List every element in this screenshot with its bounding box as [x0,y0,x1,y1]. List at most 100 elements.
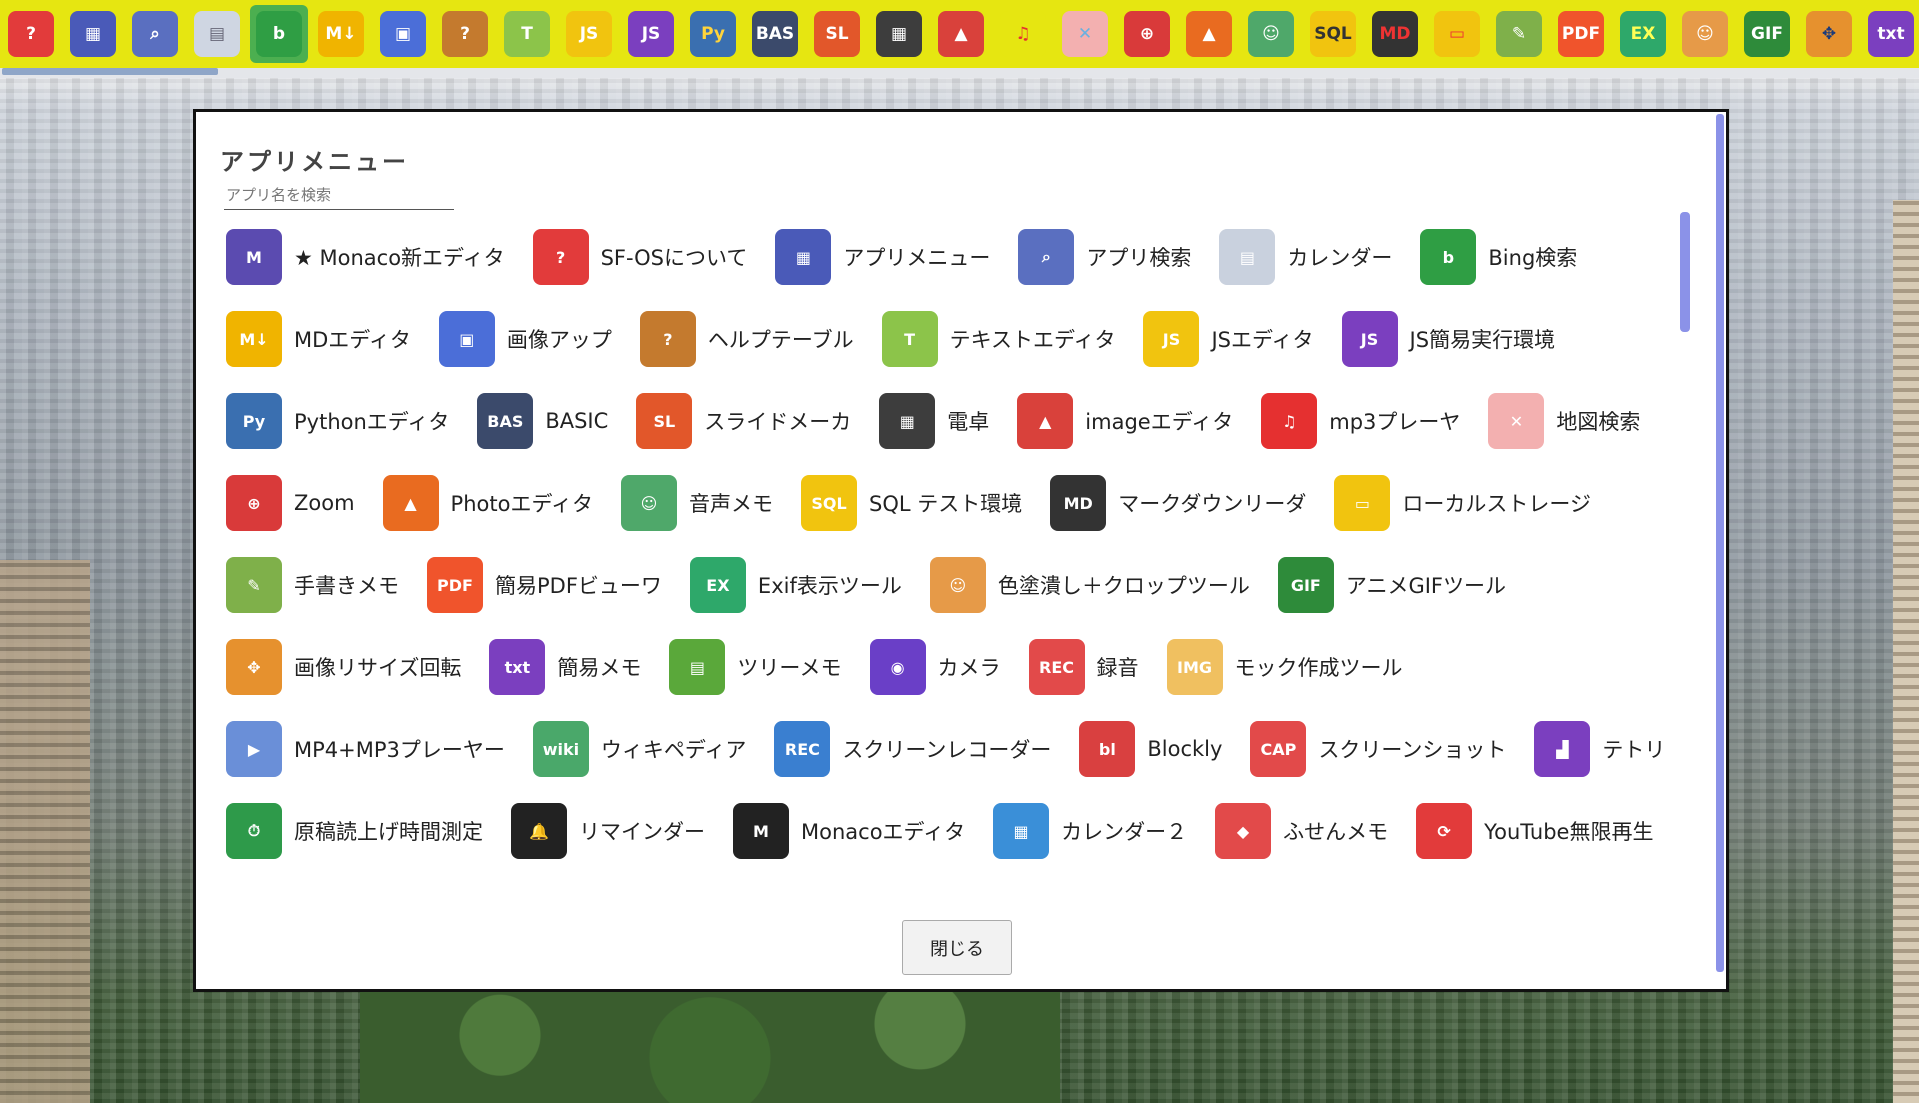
app-item[interactable]: MD マークダウンリーダ [1050,462,1306,544]
calculator-icon: ▦ [876,11,922,57]
taskbar-item-zoom[interactable]: ⊕ [1118,5,1176,63]
taskbar-item-app-menu[interactable]: ▦ [64,5,122,63]
app-item[interactable]: Py Pythonエディタ [226,380,449,462]
taskbar-item-bing[interactable]: b [250,5,308,63]
taskbar-item-storage[interactable]: ▭ [1428,5,1486,63]
app-item[interactable]: GIF アニメGIFツール [1277,544,1506,626]
app-item[interactable]: ✥ 画像リサイズ回転 [226,626,461,708]
taskbar-item-image-editor[interactable]: ▲ [932,5,990,63]
app-item[interactable]: b Bing検索 [1420,216,1577,298]
timer-icon: ⏱ [226,803,282,859]
app-item[interactable]: ▦ 電卓 [879,380,989,462]
zoom-icon: ⊕ [226,475,282,531]
app-item[interactable]: M↓ MDエディタ [226,298,411,380]
taskbar-item-music[interactable]: ♫ [994,5,1052,63]
calculator-icon: ▦ [879,393,936,449]
taskbar-item-crop[interactable]: ☺ [1676,5,1734,63]
app-item[interactable]: ✕ 地図検索 [1488,380,1640,462]
app-item[interactable]: ▦ カレンダー２ [993,790,1187,872]
close-button[interactable]: 閉じる [902,920,1012,975]
app-item[interactable]: ▲ Photoエディタ [382,462,593,544]
app-item[interactable]: wiki ウィキペディア [532,708,746,790]
app-item[interactable]: ◉ カメラ [869,626,1001,708]
taskbar-item-rotate[interactable]: ✥ [1800,5,1858,63]
app-item[interactable]: ⊕ Zoom [226,462,355,544]
taskbar-item-image-up[interactable]: ▣ [374,5,432,63]
app-item[interactable]: ▭ ローカルストレージ [1334,462,1591,544]
taskbar-item-help[interactable]: ? [2,5,60,63]
taskbar-item-memo[interactable]: txt [1862,5,1919,63]
app-row: M↓ MDエディタ ▣ 画像アップ ? ヘルプテーブル T テキストエディタ JS JSエディタ J… [226,298,1666,380]
taskbar-item-photo-editor[interactable]: ▲ [1180,5,1238,63]
taskbar-item-js-editor[interactable]: JS [560,5,618,63]
taskbar-item-map[interactable]: ✕ [1056,5,1114,63]
taskbar-item-md-editor[interactable]: M↓ [312,5,370,63]
app-item[interactable]: M Monacoエディタ [733,790,965,872]
gif-icon: GIF [1744,11,1790,57]
search-field[interactable] [224,180,454,210]
app-item[interactable]: ? SF-OSについて [532,216,748,298]
app-item[interactable]: SQL SQL テスト環境 [800,462,1022,544]
app-item[interactable]: IMG モック作成ツール [1166,626,1403,708]
app-item[interactable]: ⏱ 原稿読上げ時間測定 [226,790,483,872]
app-item[interactable]: ▤ ツリーメモ [669,626,842,708]
help-icon: ? [8,11,54,57]
app-item-label: SF-OSについて [600,246,748,270]
app-item[interactable]: CAP スクリーンショット [1250,708,1506,790]
app-item[interactable]: T テキストエディタ [881,298,1115,380]
screenshot-icon: CAP [1250,721,1307,777]
app-item[interactable]: ♫ mp3プレーヤ [1261,380,1460,462]
taskbar-item-text-editor[interactable]: T [498,5,556,63]
taskbar-item-voice-memo[interactable]: ☺ [1242,5,1300,63]
taskbar-item-exif[interactable]: EX [1614,5,1672,63]
app-item[interactable]: ⟳ YouTube無限再生 [1416,790,1653,872]
taskbar-item-js-run[interactable]: JS [622,5,680,63]
taskbar-active-indicator [2,68,218,75]
app-item[interactable]: ▤ カレンダー [1219,216,1392,298]
app-item[interactable]: JS JS簡易実行環境 [1341,298,1555,380]
app-item[interactable]: JS JSエディタ [1143,298,1314,380]
app-item[interactable]: M ★ Monaco新エディタ [226,216,505,298]
taskbar-item-basic[interactable]: BAS [746,5,804,63]
app-item[interactable]: BAS BASIC [477,380,608,462]
app-item[interactable]: EX Exif表示ツール [689,544,902,626]
app-item[interactable]: ▣ 画像アップ [438,298,612,380]
python-icon: Py [690,11,736,57]
app-item[interactable]: bl Blockly [1079,708,1222,790]
app-item[interactable]: ▟ テトリス [1534,708,1666,790]
app-item[interactable]: ▶ MP4+MP3プレーヤー [226,708,505,790]
app-grid-scrollbar-thumb[interactable] [1680,212,1690,332]
app-item[interactable]: 🔔 リマインダー [511,790,705,872]
taskbar-item-app-search[interactable]: ⌕ [126,5,184,63]
taskbar-item-pdf[interactable]: PDF [1552,5,1610,63]
taskbar-item-calendar[interactable]: ▤ [188,5,246,63]
dialog-scrollbar[interactable] [1716,114,1724,972]
app-item[interactable]: ▦ アプリメニュー [775,216,990,298]
app-item[interactable]: SL スライドメーカ [636,380,851,462]
search-input[interactable] [224,180,454,209]
app-item[interactable]: ? ヘルプテーブル [639,298,854,380]
app-item[interactable]: ✎ 手書きメモ [226,544,399,626]
app-item-label: YouTube無限再生 [1484,820,1654,844]
taskbar-item-handwrite[interactable]: ✎ [1490,5,1548,63]
app-item[interactable]: ◆ ふせんメモ [1215,790,1388,872]
taskbar-item-calculator[interactable]: ▦ [870,5,928,63]
app-item[interactable]: ⌕ アプリ検索 [1018,216,1191,298]
app-item[interactable]: PDF 簡易PDFビューワ [427,544,662,626]
taskbar-item-gif[interactable]: GIF [1738,5,1796,63]
app-item[interactable]: REC スクリーンレコーダー [774,708,1051,790]
taskbar-item-python[interactable]: Py [684,5,742,63]
taskbar-item-slide[interactable]: SL [808,5,866,63]
app-item-label: アプリ検索 [1086,246,1192,270]
app-item[interactable]: REC 録音 [1028,626,1139,708]
taskbar-item-md-reader[interactable]: MD [1366,5,1424,63]
basic-icon: BAS [477,393,534,449]
app-item[interactable]: txt 簡易メモ [489,626,641,708]
tag-icon: ◆ [1215,803,1272,859]
app-item[interactable]: ☺ 色塗潰し＋クロップツール [929,544,1250,626]
taskbar-item-sql[interactable]: SQL [1304,5,1362,63]
gif-icon: GIF [1277,557,1334,613]
app-item[interactable]: ▲ imageエディタ [1017,380,1233,462]
app-item[interactable]: ☺ 音声メモ [620,462,773,544]
taskbar-item-help-table[interactable]: ? [436,5,494,63]
